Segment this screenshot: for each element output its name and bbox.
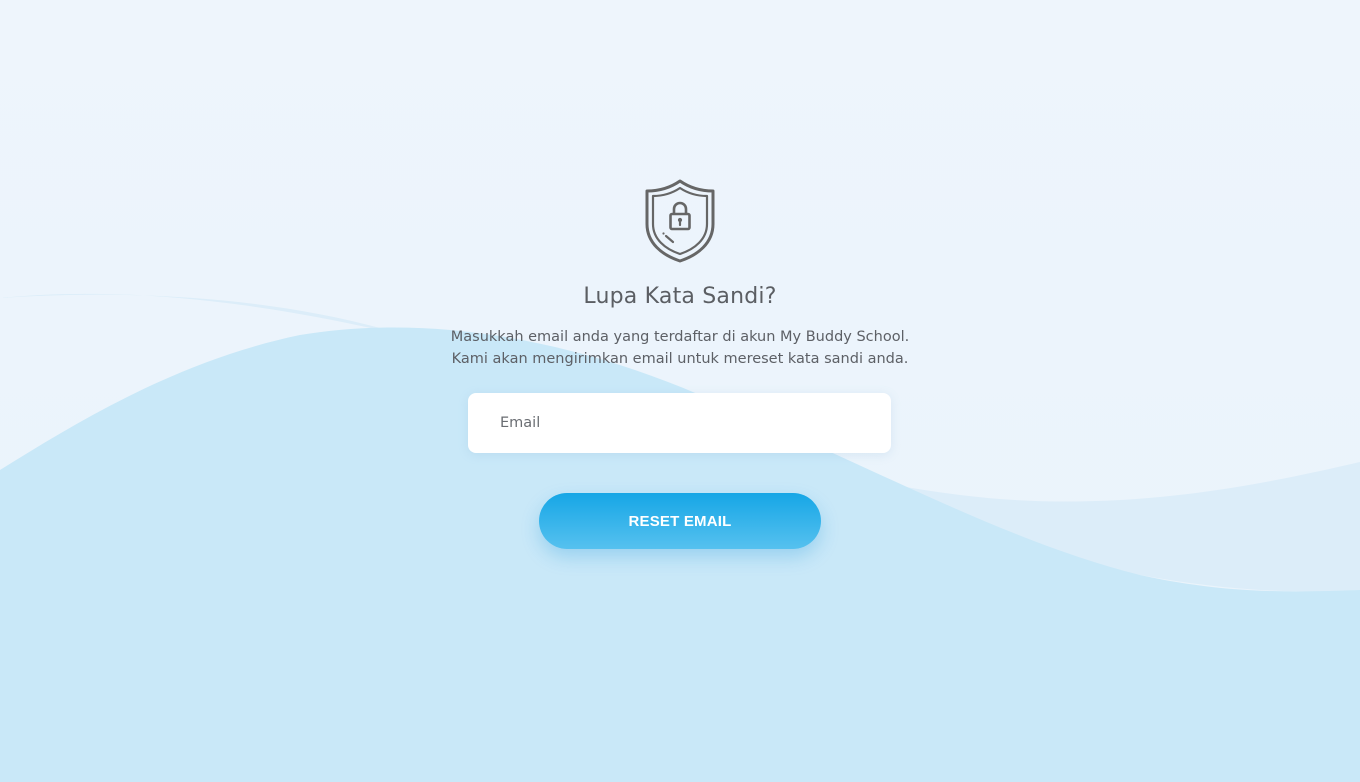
shield-lock-icon bbox=[645, 179, 715, 263]
page-description: Masukkah email anda yang terdaftar di ak… bbox=[0, 326, 1360, 370]
description-line-2: Kami akan mengirimkan email untuk merese… bbox=[451, 351, 909, 367]
email-field[interactable] bbox=[468, 393, 891, 453]
description-line-1: Masukkah email anda yang terdaftar di ak… bbox=[450, 329, 910, 345]
email-field-container bbox=[468, 393, 891, 453]
page-title: Lupa Kata Sandi? bbox=[583, 284, 777, 309]
reset-email-button[interactable]: RESET EMAIL bbox=[539, 493, 821, 549]
forgot-password-panel: Lupa Kata Sandi? Masukkah email anda yan… bbox=[0, 0, 1360, 782]
